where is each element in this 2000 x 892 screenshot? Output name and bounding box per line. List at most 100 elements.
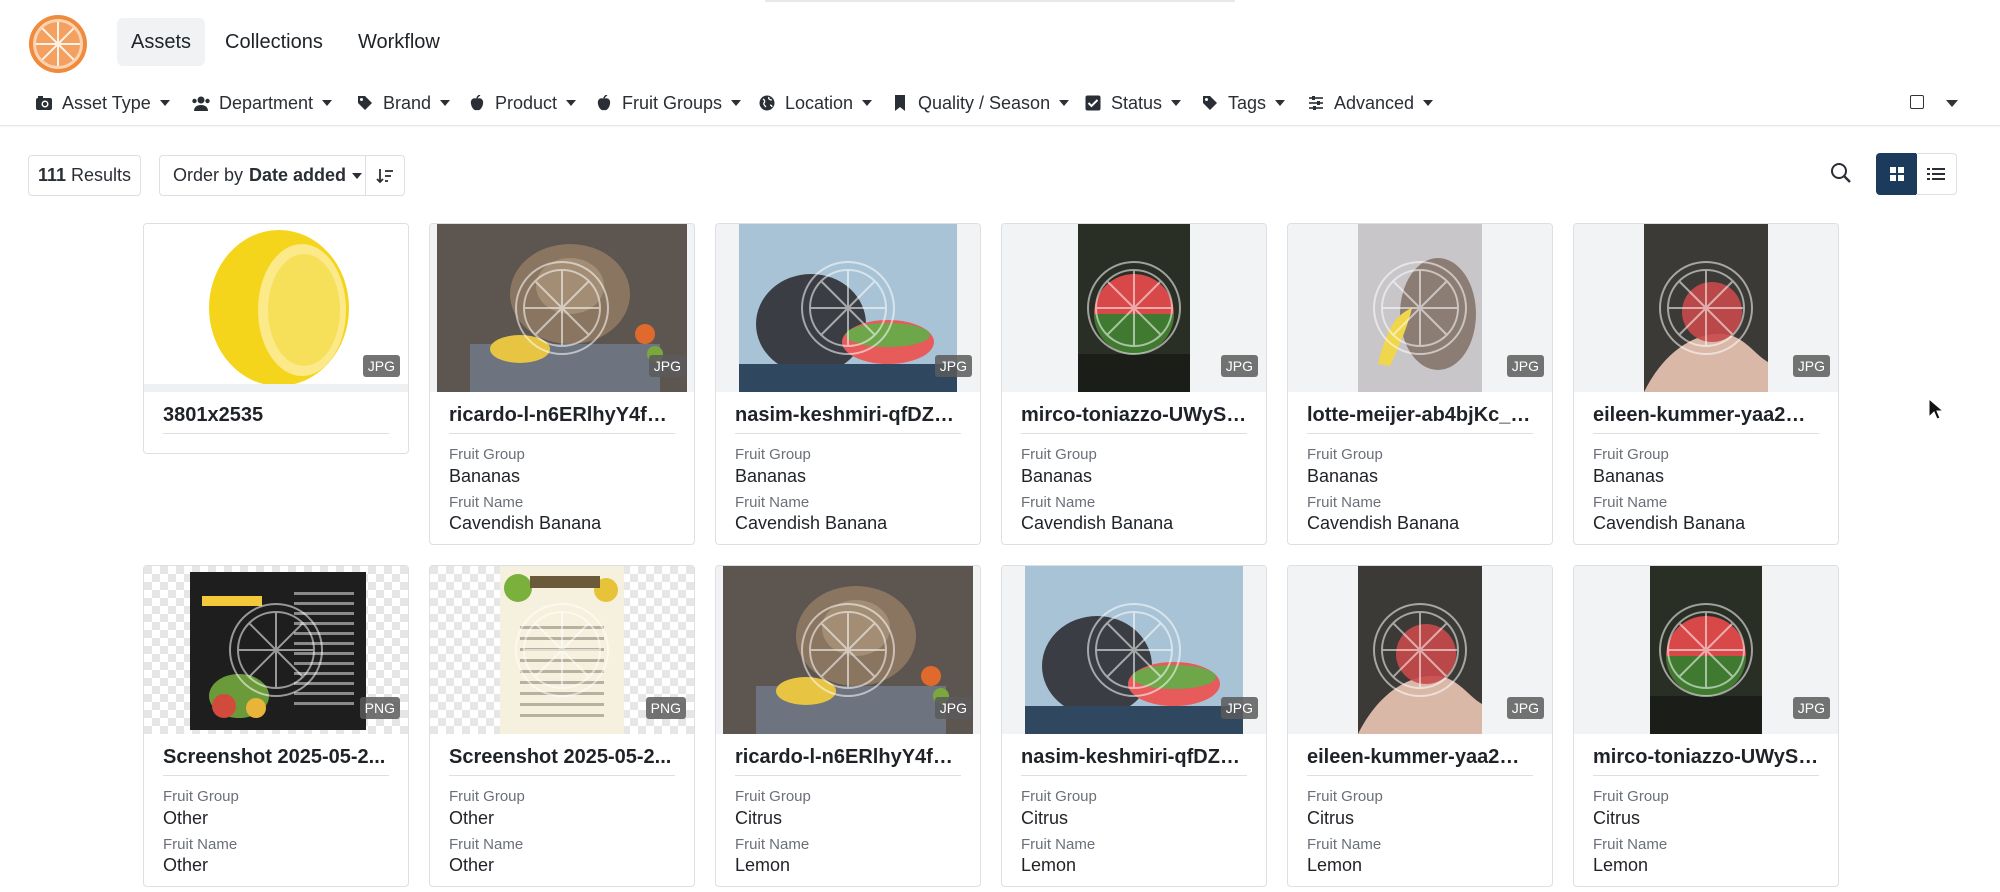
asset-card[interactable]: JPG nasim-keshmiri-qfDZnjrXYPE-unsplash Fr… [715, 223, 981, 545]
file-type-badge: PNG [645, 697, 686, 719]
asset-title[interactable]: Screenshot 2025-05-2... [163, 746, 389, 769]
asset-card[interactable]: PNG Screenshot 2025-05-2... Fruit Group Oth… [429, 565, 695, 887]
card-divider [163, 433, 389, 434]
fruit-name-value: Cavendish Banana [735, 513, 888, 533]
filter-asset-type[interactable]: Asset Type [34, 88, 170, 118]
zoom-search-button[interactable] [1826, 158, 1856, 188]
asset-title[interactable]: ricardo-l-n6ERlhyY4fs-unsplash [449, 404, 675, 427]
card-divider [1307, 775, 1533, 776]
asset-title[interactable]: ricardo-l-n6ERlhyY4fs-unsplash [735, 746, 961, 769]
filter-location[interactable]: Location [757, 88, 873, 118]
asset-thumbnail[interactable]: JPG [1002, 224, 1266, 392]
card-divider [163, 775, 389, 776]
asset-card[interactable]: JPG 3801x2535 [143, 223, 409, 454]
file-type-badge: JPG [1506, 697, 1544, 719]
apple-icon [467, 93, 487, 113]
fruit-name-value: Other [163, 855, 209, 875]
order-by-label: Order by [173, 165, 244, 185]
card-divider [1593, 775, 1819, 776]
tab-collections[interactable]: Collections [211, 18, 337, 66]
fruit-group-value: Bananas [1021, 466, 1093, 486]
grid-view-button[interactable] [1876, 153, 1917, 195]
asset-title[interactable]: mirco-toniazzo-UWySJ... [1021, 404, 1247, 427]
fruit-group-label: Fruit Group [1021, 788, 1097, 805]
fruit-name-label: Fruit Name [1593, 836, 1668, 853]
asset-title[interactable]: nasim-keshmiri-qfDZnjrXYPE-unsplash [1021, 746, 1247, 769]
fruit-name-value: Other [449, 855, 495, 875]
fruit-group-value: Citrus [1021, 808, 1069, 828]
tag-icon [355, 93, 375, 113]
filter-label: Quality / Season [918, 92, 1051, 113]
asset-thumbnail[interactable]: JPG [716, 566, 980, 734]
asset-thumbnail[interactable]: PNG [144, 566, 408, 734]
asset-thumbnail[interactable]: JPG [1288, 224, 1552, 392]
filter-brand[interactable]: Brand [355, 88, 451, 118]
asset-thumbnail[interactable]: JPG [430, 224, 694, 392]
asset-thumbnail[interactable]: JPG [1288, 566, 1552, 734]
sort-direction-button[interactable] [365, 155, 405, 196]
filter-department[interactable]: Department [191, 88, 333, 118]
fruit-group-value: Bananas [735, 466, 807, 486]
asset-title[interactable]: eileen-kummer-yaa2OO... [1593, 404, 1819, 427]
orange-slice-logo-icon[interactable] [28, 14, 88, 74]
list-view-button[interactable] [1916, 153, 1957, 195]
asset-card[interactable]: JPG eileen-kummer-yaa2OO... Fruit Group Ban… [1573, 223, 1839, 545]
file-type-badge: JPG [1220, 355, 1258, 377]
asset-thumbnail[interactable]: PNG [430, 566, 694, 734]
selection-menu-chevron-down-icon[interactable] [1946, 100, 1958, 107]
filter-fruit-groups[interactable]: Fruit Groups [594, 88, 742, 118]
checkbox-icon [1083, 93, 1103, 113]
tab-assets[interactable]: Assets [117, 18, 206, 66]
fruit-group-value: Bananas [1593, 466, 1665, 486]
asset-card[interactable]: JPG mirco-toniazzo-UWySJ... Fruit Group Ban… [1001, 223, 1267, 545]
order-by-dropdown[interactable]: Order by Date added [159, 155, 366, 196]
search-bar-edge[interactable] [765, 0, 1235, 2]
asset-title[interactable]: mirco-toniazzo-UWySJ... [1593, 746, 1819, 769]
filter-product[interactable]: Product [467, 88, 577, 118]
asset-thumbnail[interactable]: JPG [1574, 224, 1838, 392]
fruit-group-label: Fruit Group [1307, 788, 1383, 805]
file-type-badge: JPG [1220, 697, 1258, 719]
asset-thumbnail[interactable]: JPG [144, 224, 408, 392]
asset-card[interactable]: JPG nasim-keshmiri-qfDZnjrXYPE-unsplash Fr… [1001, 565, 1267, 887]
asset-card[interactable]: JPG lotte-meijer-ab4bjKc_2... Fruit Group B… [1287, 223, 1553, 545]
fruit-name-label: Fruit Name [163, 836, 238, 853]
filter-label: Fruit Groups [622, 92, 723, 113]
chevron-down-icon [352, 172, 363, 179]
fruit-name-value: Lemon [1593, 855, 1649, 875]
tab-workflow[interactable]: Workflow [344, 18, 454, 66]
asset-title[interactable]: lotte-meijer-ab4bjKc_2... [1307, 404, 1533, 427]
select-all-checkbox[interactable] [1910, 95, 1924, 109]
asset-title[interactable]: nasim-keshmiri-qfDZnjrXYPE-unsplash [735, 404, 961, 427]
fruit-name-value: Cavendish Banana [1021, 513, 1174, 533]
asset-thumbnail[interactable]: JPG [1574, 566, 1838, 734]
fruit-group-label: Fruit Group [1021, 446, 1097, 463]
fruit-group-label: Fruit Group [163, 788, 239, 805]
filter-advanced[interactable]: Advanced [1306, 88, 1434, 118]
asset-card[interactable]: JPG ricardo-l-n6ERlhyY4fs-unsplash Fruit G… [429, 223, 695, 545]
fruit-name-value: Cavendish Banana [449, 513, 602, 533]
file-type-badge: JPG [1792, 355, 1830, 377]
asset-card[interactable]: PNG Screenshot 2025-05-2... Fruit Group Oth… [143, 565, 409, 887]
asset-card[interactable]: JPG mirco-toniazzo-UWySJ... Fruit Group Cit… [1573, 565, 1839, 887]
asset-title[interactable]: Screenshot 2025-05-2... [449, 746, 675, 769]
card-divider [449, 433, 675, 434]
fruit-name-label: Fruit Name [735, 494, 810, 511]
asset-card[interactable]: JPG ricardo-l-n6ERlhyY4fs-unsplash Fruit G… [715, 565, 981, 887]
asset-thumbnail[interactable]: JPG [716, 224, 980, 392]
asset-title[interactable]: eileen-kummer-yaa2OO... [1307, 746, 1533, 769]
asset-thumbnail[interactable]: JPG [1002, 566, 1266, 734]
file-type-badge: JPG [1506, 355, 1544, 377]
fruit-group-value: Bananas [1307, 466, 1379, 486]
fruit-name-label: Fruit Name [1021, 494, 1096, 511]
asset-card[interactable]: JPG eileen-kummer-yaa2OO... Fruit Group Cit… [1287, 565, 1553, 887]
results-count: 111 Results [28, 155, 141, 196]
fruit-group-label: Fruit Group [735, 446, 811, 463]
filter-status[interactable]: Status [1083, 88, 1182, 118]
asset-title[interactable]: 3801x2535 [163, 404, 389, 427]
fruit-group-value: Bananas [449, 466, 521, 486]
filter-quality-season[interactable]: Quality / Season [890, 88, 1070, 118]
globe-icon [757, 93, 777, 113]
filter-tags[interactable]: Tags [1200, 88, 1286, 118]
fruit-name-label: Fruit Name [1593, 494, 1668, 511]
